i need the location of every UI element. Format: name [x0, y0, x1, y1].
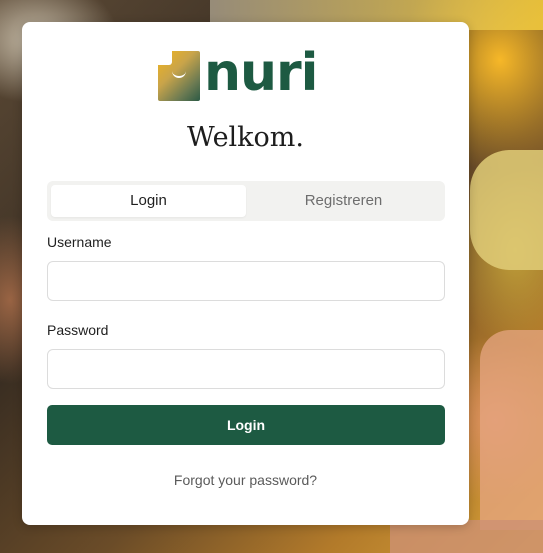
- forgot-password-link[interactable]: Forgot your password?: [22, 472, 469, 488]
- brand-logo: nuri: [158, 43, 338, 105]
- tab-login[interactable]: Login: [51, 185, 246, 217]
- nuri-logo-mark-icon: [158, 51, 200, 101]
- page-title: Welkom.: [187, 122, 304, 153]
- background-decor: [470, 150, 543, 270]
- background-decor: [480, 330, 543, 530]
- login-button[interactable]: Login: [47, 405, 445, 445]
- username-input[interactable]: [47, 261, 445, 301]
- username-label: Username: [47, 234, 112, 250]
- auth-tabs: Login Registreren: [47, 181, 445, 221]
- login-card: nuri Welkom. Login Registreren Username …: [22, 22, 469, 525]
- password-input[interactable]: [47, 349, 445, 389]
- password-label: Password: [47, 322, 109, 338]
- tab-register[interactable]: Registreren: [246, 185, 441, 217]
- brand-name: nuri: [204, 43, 319, 103]
